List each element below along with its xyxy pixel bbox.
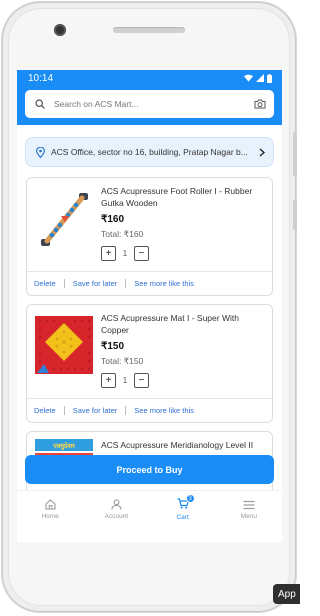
foot-roller-image [41, 193, 88, 246]
decrement-button[interactable]: − [134, 246, 149, 261]
nav-cart-label: Cart [176, 514, 189, 521]
search-input[interactable]: Search on ACS Mart... [54, 99, 254, 109]
cart-item: ACS Acupressure Foot Roller I - Rubber G… [26, 177, 273, 296]
quantity-value: 1 [122, 376, 128, 385]
see-more-link[interactable]: See more like this [134, 279, 194, 288]
divider [125, 406, 127, 415]
status-icons [244, 73, 272, 83]
status-bar: 10:14 [17, 70, 282, 86]
product-info: ACS Acupressure Foot Roller I - Rubber G… [101, 185, 264, 271]
search-bar[interactable]: Search on ACS Mart... [25, 90, 274, 118]
quantity-value: 1 [122, 249, 128, 258]
front-camera [54, 24, 66, 36]
product-info: ACS Acupressure Mat I - Super With Coppe… [101, 312, 264, 398]
quantity-stepper: + 1 − [101, 246, 264, 261]
user-icon [111, 499, 122, 510]
delete-link[interactable]: Delete [34, 406, 56, 415]
product-image[interactable] [35, 316, 93, 376]
nav-account-label: Account [104, 513, 129, 520]
nav-home-label: Home [41, 513, 59, 520]
nav-cart[interactable]: 3 Cart [150, 491, 216, 528]
delivery-address-bar[interactable]: ACS Office, sector no 16, building, Prat… [25, 137, 274, 167]
item-actions: Delete Save for later See more like this [27, 398, 272, 422]
see-more-link[interactable]: See more like this [134, 406, 194, 415]
address-text: ACS Office, sector no 16, building, Prat… [51, 147, 248, 157]
increment-button[interactable]: + [101, 373, 116, 388]
nav-account[interactable]: Account [83, 491, 149, 528]
app-header: Search on ACS Mart... [17, 86, 282, 125]
nav-menu-label: Menu [240, 512, 257, 520]
app-overlay-chip[interactable]: App [273, 584, 300, 604]
wifi-icon [244, 74, 253, 82]
cart-item: ACS Acupressure Mat I - Super With Coppe… [26, 304, 273, 423]
divider [63, 279, 65, 288]
app-screen: 10:14 Search on ACS Mart... ACS Office, … [17, 70, 282, 542]
volume-button [293, 132, 297, 176]
cart-item-body: ACS Acupressure Mat I - Super With Coppe… [27, 305, 272, 398]
nav-home[interactable]: Home [17, 491, 83, 528]
power-button [293, 200, 297, 230]
delete-link[interactable]: Delete [34, 279, 56, 288]
product-total: Total: ₹150 [101, 356, 144, 366]
divider [125, 279, 127, 288]
chevron-right-icon [259, 147, 265, 157]
hamburger-menu-icon [243, 500, 255, 509]
battery-icon [267, 73, 272, 83]
nav-menu[interactable]: Menu [216, 491, 282, 528]
quantity-stepper: + 1 − [101, 373, 264, 388]
gesture-area [17, 528, 282, 542]
save-for-later-link[interactable]: Save for later [73, 406, 118, 415]
product-title[interactable]: ACS Acupressure Foot Roller I - Rubber G… [101, 185, 264, 209]
product-title[interactable]: ACS Acupressure Mat I - Super With Coppe… [101, 312, 264, 336]
search-icon [35, 99, 45, 109]
save-for-later-link[interactable]: Save for later [73, 279, 118, 288]
product-total: Total: ₹160 [101, 229, 144, 239]
product-image[interactable] [35, 189, 93, 249]
proceed-to-buy-button[interactable]: Proceed to Buy [25, 455, 274, 484]
cart-count-badge: 3 [185, 494, 195, 503]
product-banner: एक्युप्रेशर [35, 439, 93, 451]
status-time: 10:14 [28, 72, 54, 84]
camera-icon[interactable] [254, 99, 266, 109]
decrement-button[interactable]: − [134, 373, 149, 388]
increment-button[interactable]: + [101, 246, 116, 261]
earpiece-speaker [113, 27, 185, 33]
cart-icon-wrap: 3 [177, 494, 195, 511]
divider [63, 406, 65, 415]
bottom-navigation: Home Account 3 Cart Menu [17, 490, 282, 528]
cart-item-body: ACS Acupressure Foot Roller I - Rubber G… [27, 178, 272, 271]
item-actions: Delete Save for later See more like this [27, 271, 272, 295]
product-title[interactable]: ACS Acupressure Meridianology Level II [101, 439, 264, 451]
acupressure-mat-image [35, 316, 93, 374]
signal-icon [256, 74, 264, 82]
product-price: ₹160 [101, 214, 125, 225]
location-pin-icon [36, 146, 45, 158]
home-icon [45, 499, 56, 510]
product-price: ₹150 [101, 341, 125, 352]
